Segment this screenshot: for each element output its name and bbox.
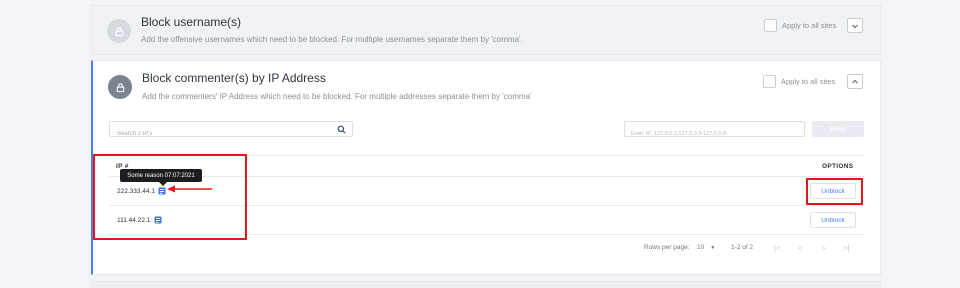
block-usernames-description: Add the offensive usernames which need t… [141,35,523,44]
apply-all-sites-checkbox[interactable]: Apply to all sites [763,75,835,88]
block-commenters-description: Add the commenters' IP Address which nee… [142,92,532,101]
block-usernames-title: Block username(s) [141,15,242,29]
ip-column-highlight [93,154,247,240]
expand-toggle-button[interactable] [847,18,863,33]
previous-page-icon[interactable]: < [798,244,803,253]
collapse-toggle-button[interactable] [847,74,863,89]
lock-icon [107,19,131,43]
unblock-button[interactable]: Unblock [810,212,856,228]
ip-search-input[interactable] [110,127,352,141]
block-button[interactable]: Block [812,121,864,137]
last-page-icon[interactable]: >| [843,244,850,253]
ip-entry-field[interactable] [624,121,805,141]
apply-all-sites-checkbox[interactable]: Apply to all sites [764,19,836,32]
rows-per-page-value: 10 [697,244,705,251]
search-icon[interactable] [337,125,346,134]
next-section-panel [91,281,881,288]
chevron-down-icon [852,24,858,28]
checkbox-box[interactable] [764,19,777,32]
caret-down-icon: ▼ [710,244,716,251]
apply-all-sites-label: Apply to all sites [781,77,836,86]
checkbox-box[interactable] [763,75,776,88]
pagination-range: 1-2 of 2 [731,244,754,251]
column-header-options: OPTIONS [822,163,854,170]
next-page-icon[interactable]: > [821,244,826,253]
chevron-up-icon [852,79,858,83]
apply-all-sites-label: Apply to all sites [782,21,837,30]
first-page-icon[interactable]: |< [774,244,781,253]
rows-per-page-select[interactable]: 10 ▼ [697,244,715,251]
ip-search-field[interactable] [109,121,353,141]
block-commenters-title: Block commenter(s) by IP Address [142,71,326,85]
rows-per-page-label: Rows per page: [644,244,690,251]
block-usernames-panel [91,5,881,55]
unblock-highlight [806,178,863,205]
lock-icon [108,75,132,99]
annotation-arrow-icon [167,185,212,193]
ip-entry-input[interactable] [625,127,804,141]
